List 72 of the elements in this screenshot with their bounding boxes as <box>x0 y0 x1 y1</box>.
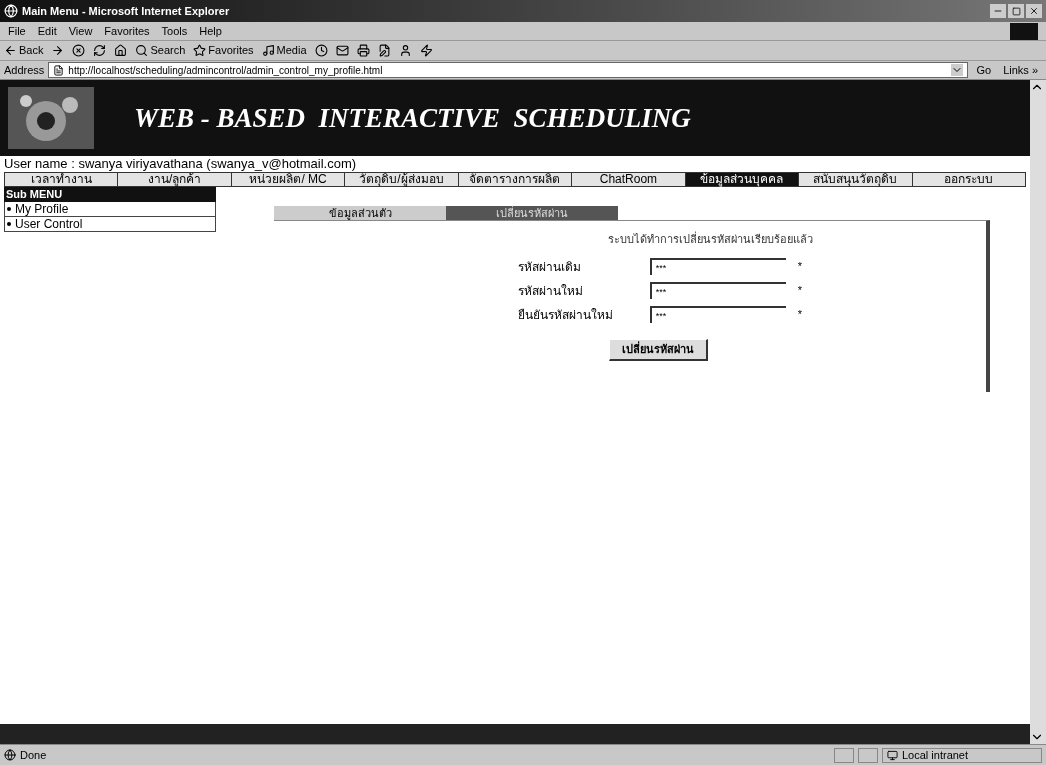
sub-menu-title: Sub MENU <box>4 187 216 202</box>
menu-item[interactable]: Help <box>199 22 222 40</box>
toolbar-button[interactable]: Search <box>135 42 186 59</box>
password-field[interactable]: *** <box>649 258 786 275</box>
edit-icon[interactable] <box>377 44 391 57</box>
forward-icon[interactable] <box>51 44 65 57</box>
banner-title: WEB - BASED INTERACTIVE SCHEDULING <box>134 101 691 135</box>
gear-logo-icon <box>8 87 94 149</box>
menu-item[interactable]: Favorites <box>104 22 150 40</box>
address-field[interactable]: http://localhost/scheduling/admincontrol/admin_control_my_profile.html <box>48 62 969 78</box>
nav-tab[interactable]: เวลาทำงาน <box>5 173 119 186</box>
dropdown-icon[interactable] <box>951 64 964 76</box>
nav-tab[interactable]: งาน/ลูกค้า <box>118 173 232 186</box>
status-zone: Local intranet <box>882 747 1042 763</box>
field-label: รหัสผ่านเดิม <box>517 258 582 276</box>
home-icon[interactable] <box>114 44 128 57</box>
nav-tab[interactable]: หน่วยผลิต/ MC <box>231 173 346 186</box>
page-icon <box>4 749 16 761</box>
status-pane <box>858 747 878 763</box>
status-pane <box>834 747 854 763</box>
address-label: Address <box>4 62 45 78</box>
toolbar-button[interactable]: Back <box>4 42 44 59</box>
nav-tab[interactable]: ข้อมูลส่วนบุคคล <box>685 173 800 186</box>
search-icon <box>135 44 149 57</box>
required-mark: * <box>797 259 803 275</box>
success-message: ระบบได้ทำการเปลี่ยนรหัสผ่านเรียบร้อยแล้ว <box>607 231 813 247</box>
clock-icon[interactable] <box>314 44 328 57</box>
maximize-button[interactable] <box>1008 4 1024 18</box>
star-icon <box>193 44 207 57</box>
password-field[interactable]: *** <box>649 282 786 299</box>
menu-item[interactable]: File <box>8 22 26 40</box>
nav-tab[interactable]: สนับสนุนวัตถุดิบ <box>799 173 913 186</box>
page-icon <box>53 64 65 76</box>
tab[interactable]: เปลี่ยนรหัสผ่าน <box>446 206 618 220</box>
menu-item[interactable]: Edit <box>37 22 57 40</box>
status-text: Done <box>20 747 47 763</box>
person-icon[interactable] <box>398 44 412 57</box>
window-title: Main Menu - Microsoft Internet Explorer <box>22 3 230 19</box>
music-icon <box>261 44 275 57</box>
bullet-icon <box>7 222 11 226</box>
field-label: รหัสผ่านใหม่ <box>517 282 584 300</box>
mail-icon[interactable] <box>335 44 349 57</box>
go-button[interactable]: Go <box>972 61 996 79</box>
menu-item[interactable]: View <box>68 22 93 40</box>
links-button[interactable]: Links » <box>999 61 1042 79</box>
maximize-icon <box>1011 6 1021 16</box>
toolbar-button[interactable]: Media <box>261 42 307 59</box>
refresh-icon[interactable] <box>93 44 107 57</box>
computer-icon <box>887 749 898 761</box>
nav-tab[interactable]: จัดตารางการผลิต <box>458 173 573 186</box>
menu-item[interactable]: Tools <box>161 22 188 40</box>
nav-tab[interactable]: วัตถุดิบ/ผู้ส่งมอบ <box>345 173 459 186</box>
nav-tab[interactable]: ออกระบบ <box>912 173 1025 186</box>
throbber-icon <box>1010 22 1038 40</box>
user-name: User name : swanya viriyavathana (swanya_v@hotmail.com) <box>3 156 358 172</box>
back-icon <box>4 44 17 57</box>
bullet-icon <box>7 207 11 211</box>
stop-icon[interactable] <box>72 44 86 57</box>
tab[interactable]: ข้อมูลส่วนตัว <box>274 206 446 220</box>
browser-icon <box>4 4 18 18</box>
nav-tab[interactable]: ChatRoom <box>572 173 686 186</box>
required-mark: * <box>797 283 803 299</box>
password-field[interactable]: *** <box>649 306 786 323</box>
printer-icon[interactable] <box>356 44 370 57</box>
field-label: ยืนยันรหัสผ่านใหม่ <box>517 306 614 324</box>
close-icon <box>1029 6 1039 16</box>
toolbar-button[interactable]: Favorites <box>193 42 254 59</box>
minimize-button[interactable] <box>990 4 1006 18</box>
close-button[interactable] <box>1026 4 1042 18</box>
change-password-button[interactable]: เปลี่ยนรหัสผ่าน <box>608 338 708 361</box>
lightning-icon[interactable] <box>419 44 433 57</box>
required-mark: * <box>797 307 803 323</box>
